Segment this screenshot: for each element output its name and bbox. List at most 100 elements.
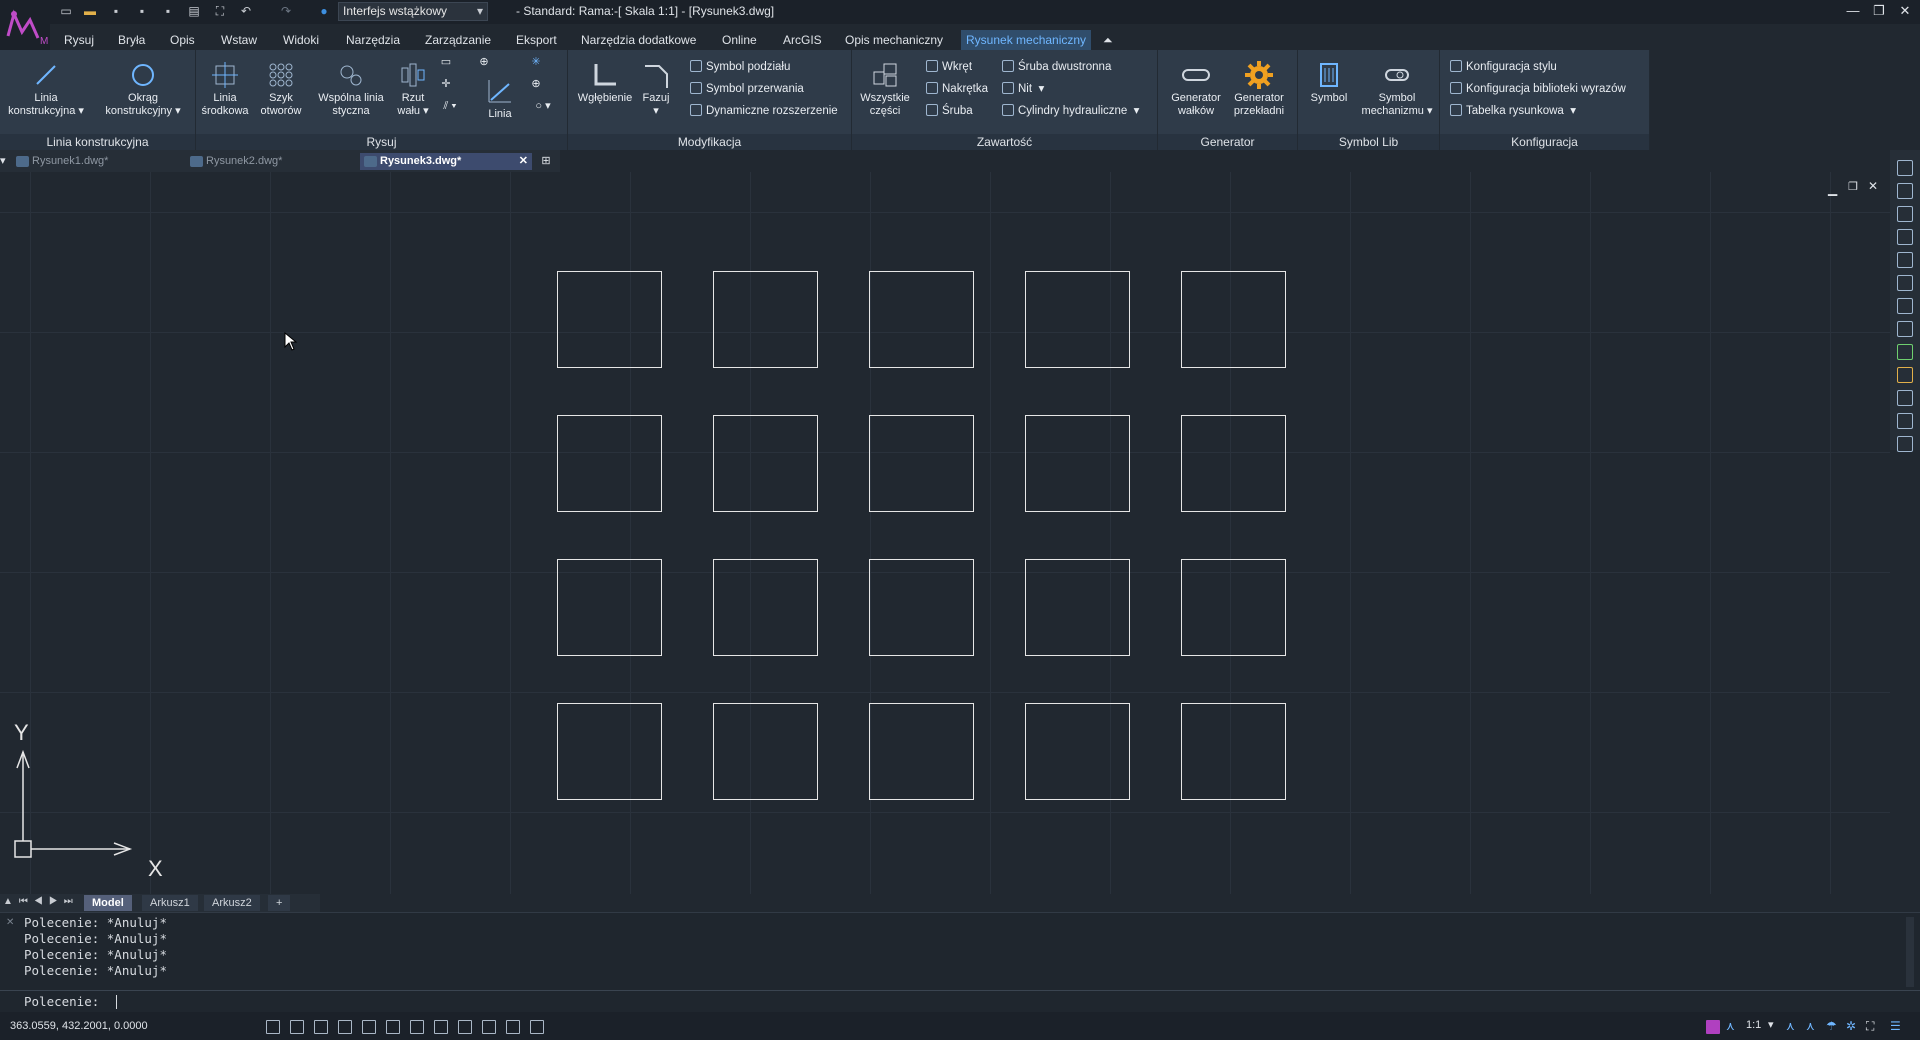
workspace-select[interactable]: Interfejs wstążkowy ▾ <box>338 2 488 21</box>
symbol-mechanizmu-button[interactable]: Symbol mechanizmu ▾ <box>1358 60 1436 118</box>
properties-icon[interactable] <box>1897 298 1913 314</box>
menu-online[interactable]: Online <box>717 30 762 50</box>
drawn-rectangle[interactable] <box>713 559 818 656</box>
linia-konstrukcyjna-button[interactable]: Linia konstrukcyjna ▾ <box>6 60 86 118</box>
symbol-przerwania-button[interactable]: Symbol przerwania <box>690 80 804 98</box>
help-icon[interactable]: ● <box>316 3 332 19</box>
tabs-menu-icon[interactable]: ▾ <box>0 153 10 170</box>
menu-arcgis[interactable]: ArcGIS <box>778 30 827 50</box>
zoom-icon[interactable] <box>1897 183 1913 199</box>
drawn-rectangle[interactable] <box>557 559 662 656</box>
workspace-switch-icon[interactable]: ☂ <box>1826 1020 1840 1034</box>
dynamiczne-rozszerzenie-button[interactable]: Dynamiczne rozszerzenie <box>690 102 838 120</box>
hatch-tool-icon[interactable]: ⫽ ▾ <box>436 100 464 120</box>
tab-rysunek1[interactable]: Rysunek1.dwg* <box>12 153 184 170</box>
szyk-otworow-button[interactable]: Szyk otworów <box>254 60 308 118</box>
tab-model[interactable]: Model <box>84 895 132 911</box>
menu-narzedzia[interactable]: Narzędzia <box>341 30 405 50</box>
tabelka-rysunkowa-button[interactable]: Tabelka rysunkowa ▾ <box>1450 102 1576 120</box>
drawn-rectangle[interactable] <box>713 271 818 368</box>
new-file-icon[interactable]: ▭ <box>58 3 74 19</box>
annotation-monitor-icon[interactable] <box>530 1020 544 1034</box>
close-tab-icon[interactable]: ✕ <box>519 153 528 170</box>
generator-przekladni-button[interactable]: Generator przekładni <box>1228 60 1290 118</box>
minimize-icon[interactable]: — <box>1842 2 1864 20</box>
symmetry-tool-icon[interactable]: ⊕ <box>474 56 494 76</box>
zoom-extents-icon[interactable]: ⛶ <box>212 3 228 19</box>
print-icon[interactable]: ▤ <box>186 3 202 19</box>
menu-rysunek-mechaniczny[interactable]: Rysunek mechaniczny <box>961 30 1092 50</box>
drawn-rectangle[interactable] <box>1025 703 1130 800</box>
lineweight-icon[interactable] <box>458 1020 472 1034</box>
chevron-down-icon[interactable]: ▾ <box>1768 1018 1774 1031</box>
drawn-rectangle[interactable] <box>1025 559 1130 656</box>
grid-icon[interactable] <box>266 1020 280 1034</box>
viewport-restore-icon[interactable]: ❐ <box>1848 180 1858 193</box>
close-panel-icon[interactable]: ✕ <box>6 917 14 928</box>
menu-bryla[interactable]: Bryła <box>113 30 150 50</box>
rectangle-tool-icon[interactable]: ▭ <box>436 56 456 76</box>
wglebienie-button[interactable]: Wgłębienie <box>574 60 636 105</box>
polyline-icon[interactable] <box>1897 229 1913 245</box>
wkret-button[interactable]: Wkręt <box>926 58 972 76</box>
konfiguracja-stylu-button[interactable]: Konfiguracja stylu <box>1450 58 1557 76</box>
menu-eksport[interactable]: Eksport <box>511 30 562 50</box>
undo-icon[interactable]: ↶ <box>238 3 254 19</box>
linia-srodkowa-button[interactable]: Linia środkowa <box>198 60 252 118</box>
maximize-icon[interactable]: ❐ <box>1868 2 1890 20</box>
otrack-icon[interactable] <box>386 1020 400 1034</box>
drawn-rectangle[interactable] <box>1025 415 1130 512</box>
nakretka-button[interactable]: Nakrętka <box>926 80 988 98</box>
polar-icon[interactable] <box>338 1020 352 1034</box>
drawing-canvas[interactable]: ▁ ❐ ✕ Y X <box>0 172 1890 894</box>
snap-tool-icon[interactable]: ✳ <box>526 56 546 76</box>
konfiguracja-biblioteki-button[interactable]: Konfiguracja biblioteki wyrazów <box>1450 80 1626 98</box>
drawn-rectangle[interactable] <box>1181 559 1286 656</box>
annotation-scale-icon[interactable]: ⋏ <box>1726 1020 1740 1034</box>
print-preview-icon[interactable] <box>1897 413 1913 429</box>
wszystkie-czesci-button[interactable]: Wszystkie części <box>856 60 914 118</box>
viewport-minimize-icon[interactable]: ▁ <box>1828 182 1837 196</box>
command-input[interactable]: Polecenie: <box>0 990 1920 1012</box>
menu-opis-mechaniczny[interactable]: Opis mechaniczny <box>840 30 948 50</box>
menu-widoki[interactable]: Widoki <box>278 30 324 50</box>
osnap-icon[interactable] <box>362 1020 376 1034</box>
tab-rysunek2[interactable]: Rysunek2.dwg* <box>186 153 358 170</box>
drawn-rectangle[interactable] <box>869 415 974 512</box>
tab-arkusz2[interactable]: Arkusz2 <box>204 895 260 911</box>
ortho-icon[interactable] <box>314 1020 328 1034</box>
generator-walkow-button[interactable]: Generator wałków <box>1166 60 1226 118</box>
drawn-rectangle[interactable] <box>713 415 818 512</box>
drawn-rectangle[interactable] <box>557 415 662 512</box>
cross-tool-icon[interactable]: ✛ <box>436 78 456 98</box>
tab-arkusz1[interactable]: Arkusz1 <box>142 895 198 911</box>
tab-add[interactable]: + <box>268 895 291 911</box>
menu-opis[interactable]: Opis <box>165 30 200 50</box>
fullscreen-icon[interactable]: ⛶ <box>1866 1020 1880 1034</box>
symbol-podzialu-button[interactable]: Symbol podziału <box>690 58 790 76</box>
history-scrollbar[interactable] <box>1906 917 1914 987</box>
redo-icon[interactable]: ↷ <box>278 3 294 19</box>
circle-tool-icon[interactable]: ○ ▾ <box>526 100 560 120</box>
app-status-icon[interactable] <box>1706 1020 1720 1034</box>
edit-icon[interactable] <box>1897 275 1913 291</box>
okrag-konstrukcyjny-button[interactable]: Okrąg konstrukcyjny ▾ <box>100 60 186 118</box>
linia-button[interactable]: Linia <box>474 76 526 121</box>
open-folder-icon[interactable]: ▬ <box>82 3 98 19</box>
cylindry-hydrauliczne-button[interactable]: Cylindry hydrauliczne ▾ <box>1002 102 1139 120</box>
drawn-rectangle[interactable] <box>1181 703 1286 800</box>
drawn-rectangle[interactable] <box>1181 271 1286 368</box>
viewport-close-icon[interactable]: ✕ <box>1868 179 1878 193</box>
drawn-rectangle[interactable] <box>557 703 662 800</box>
pan-icon[interactable] <box>1897 160 1913 176</box>
drawn-rectangle[interactable] <box>1181 415 1286 512</box>
measure-icon[interactable] <box>1897 252 1913 268</box>
sruba-dwustronna-button[interactable]: Śruba dwustronna <box>1002 58 1111 76</box>
sruba-button[interactable]: Śruba <box>926 102 973 120</box>
save-icon[interactable]: ▪ <box>108 3 124 19</box>
fazuj-button[interactable]: Fazuj ▾ <box>640 60 672 118</box>
app-logo[interactable]: M <box>0 0 50 50</box>
settings-icon[interactable]: ✲ <box>1846 1020 1860 1034</box>
menu-rysuj[interactable]: Rysuj <box>59 30 99 50</box>
menu-narzedzia-dodatkowe[interactable]: Narzędzia dodatkowe <box>576 30 701 50</box>
